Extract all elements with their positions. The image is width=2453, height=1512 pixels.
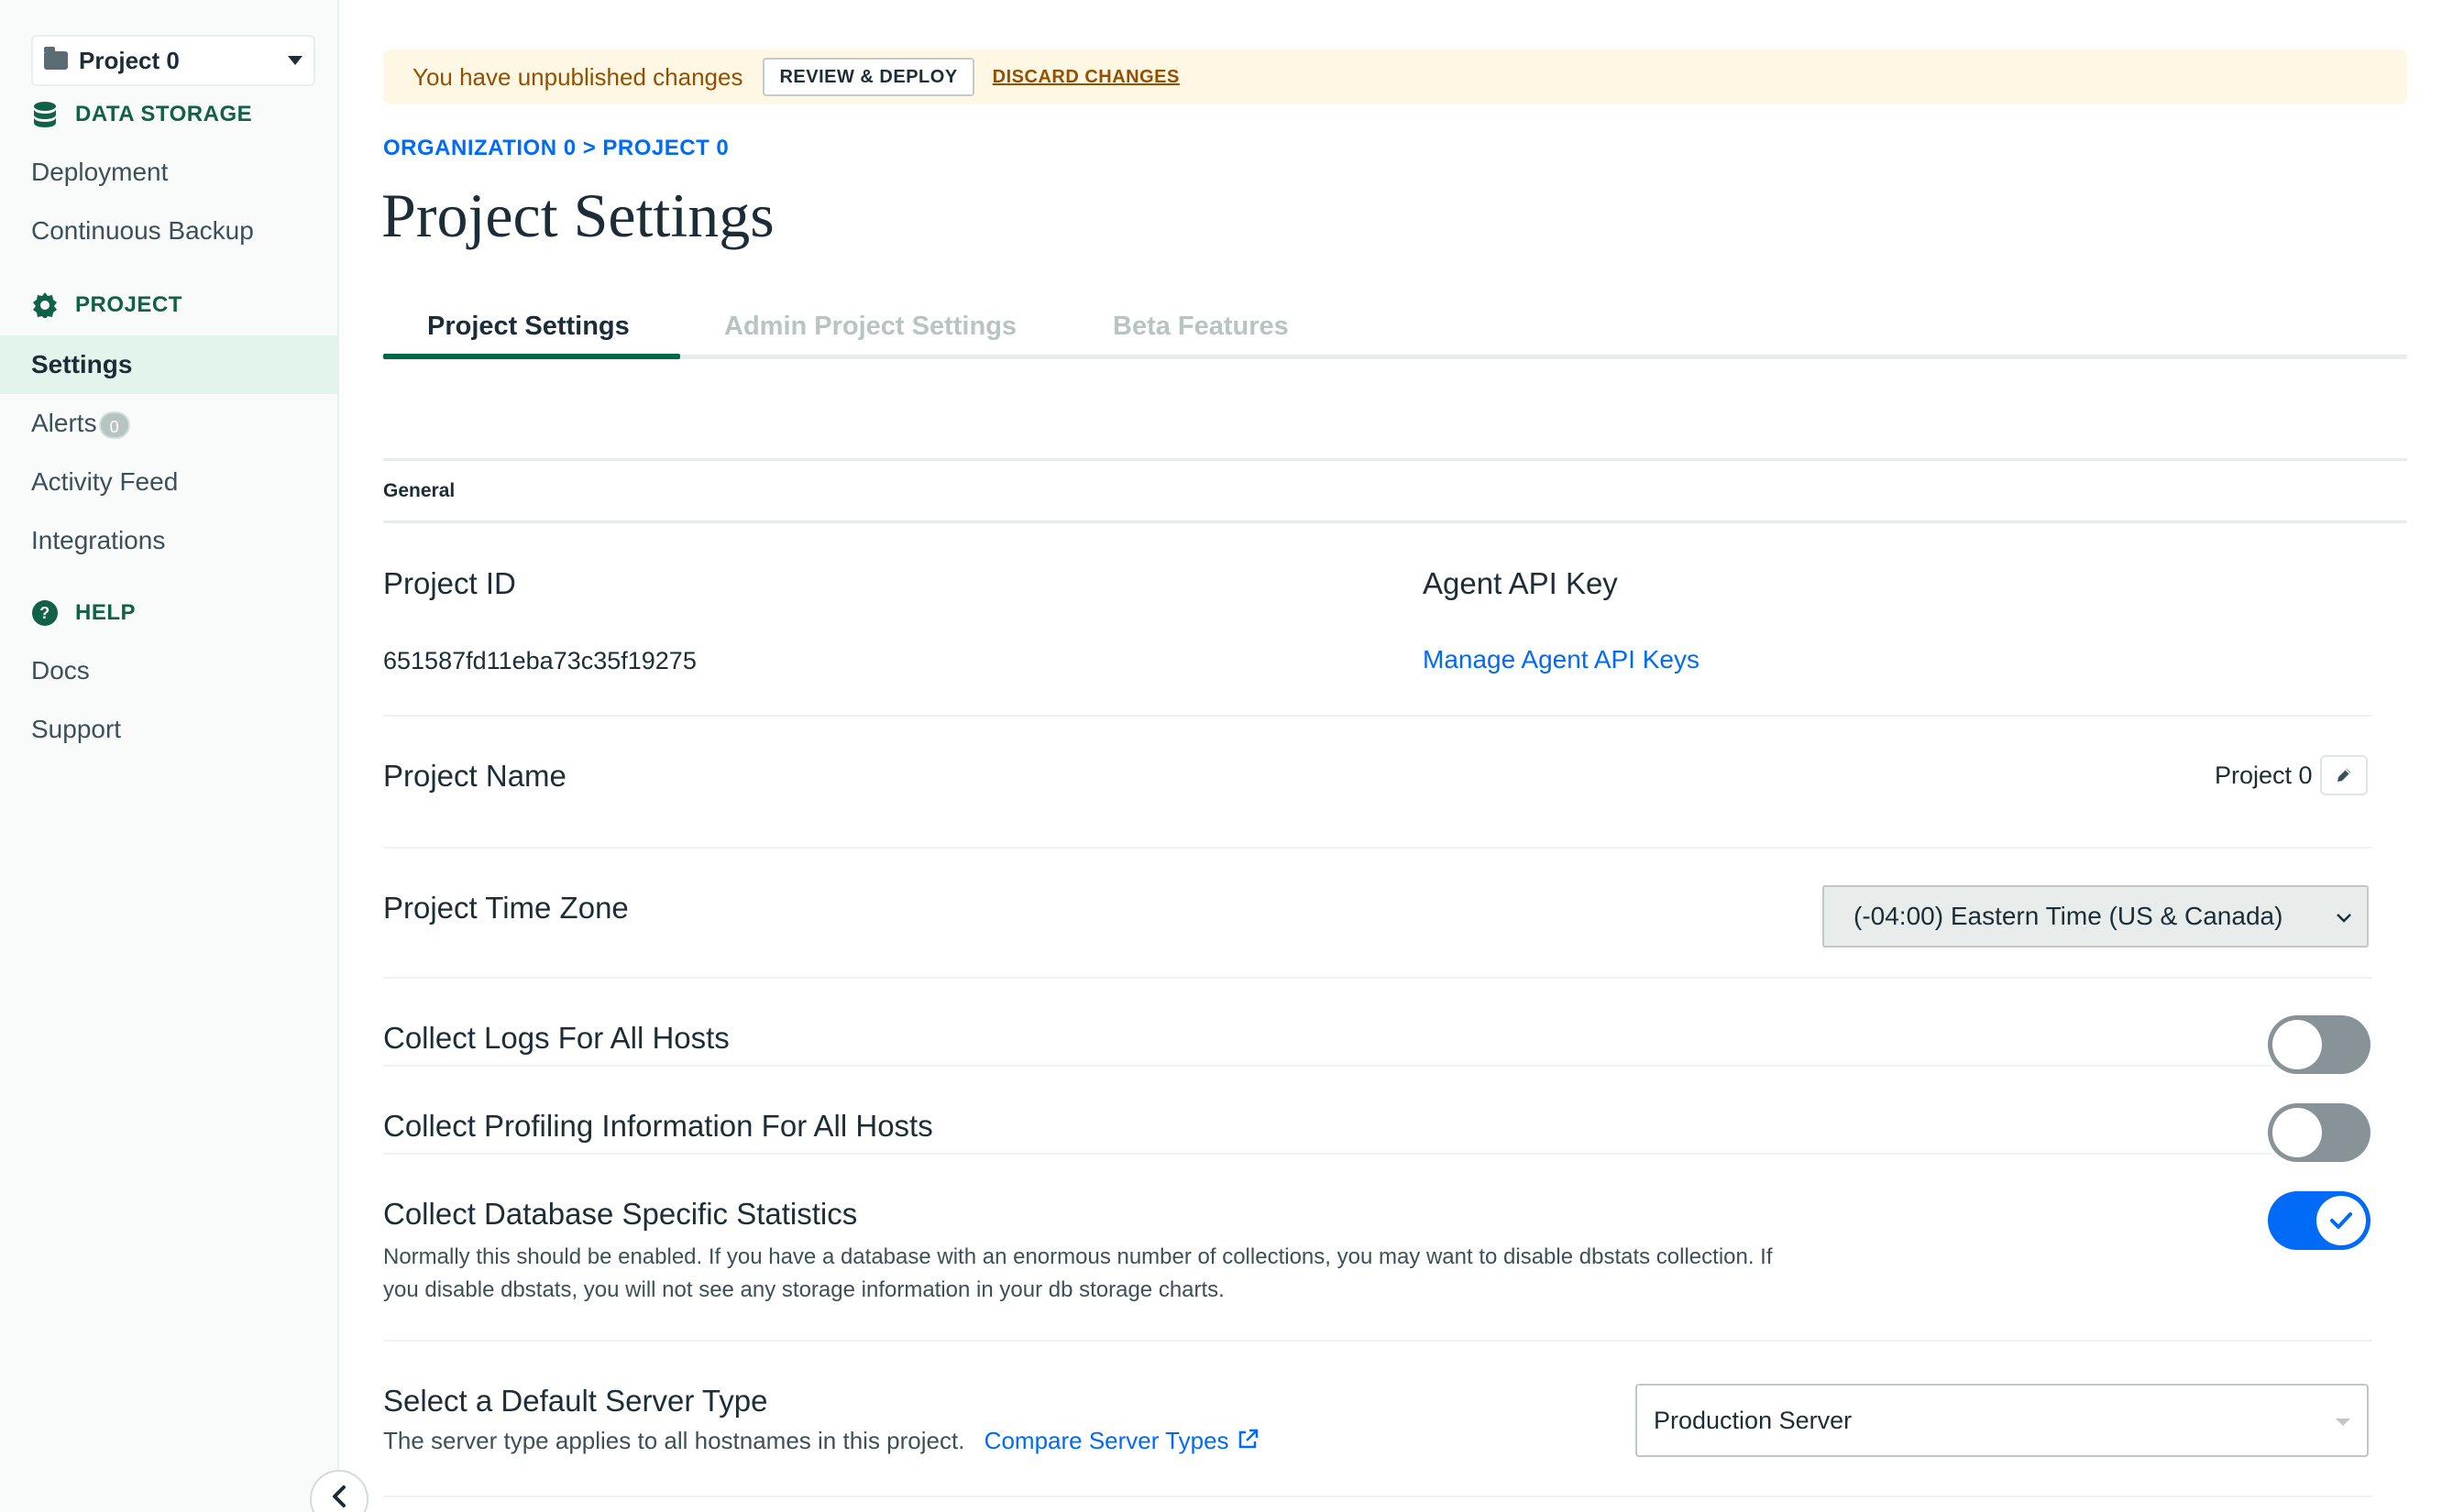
divider bbox=[383, 520, 2407, 523]
divider bbox=[383, 458, 2407, 461]
compare-server-types-link[interactable]: Compare Server Types bbox=[984, 1427, 1260, 1454]
help-circle-icon: ? bbox=[31, 599, 59, 627]
tab-beta-features[interactable]: Beta Features bbox=[1113, 312, 1289, 342]
section-heading-general: General bbox=[383, 480, 456, 501]
sidebar-item-continuous-backup[interactable]: Continuous Backup bbox=[31, 216, 254, 246]
toggle-knob bbox=[2272, 1108, 2322, 1157]
sidebar: Project 0 DATA STORAGE Deployment Contin… bbox=[0, 0, 339, 1512]
project-selector[interactable]: Project 0 bbox=[31, 35, 315, 86]
time-zone-value: (-04:00) Eastern Time (US & Canada) bbox=[1854, 902, 2283, 930]
project-id-label: Project ID bbox=[383, 566, 516, 600]
unpublished-changes-banner: You have unpublished changes REVIEW & DE… bbox=[383, 49, 2407, 104]
alerts-count-badge: 0 bbox=[98, 411, 130, 439]
review-deploy-button[interactable]: REVIEW & DEPLOY bbox=[763, 58, 974, 96]
project-name-value: Project 0 bbox=[2215, 761, 2313, 789]
server-type-description: The server type applies to all hostnames… bbox=[383, 1424, 1260, 1457]
time-zone-select[interactable]: (-04:00) Eastern Time (US & Canada) bbox=[1822, 885, 2369, 948]
server-type-select[interactable]: Production Server bbox=[1635, 1384, 2369, 1457]
sidebar-section-project: PROJECT bbox=[31, 291, 182, 319]
sidebar-item-integrations[interactable]: Integrations bbox=[31, 526, 165, 555]
divider bbox=[383, 847, 2372, 849]
pencil-icon bbox=[2337, 769, 2350, 782]
sidebar-section-data-storage: DATA STORAGE bbox=[31, 101, 252, 128]
sidebar-item-settings[interactable]: Settings bbox=[0, 335, 337, 394]
chevron-down-icon bbox=[2337, 914, 2351, 923]
collect-profiling-toggle[interactable] bbox=[2268, 1103, 2370, 1162]
caret-down-icon bbox=[288, 56, 302, 65]
sidebar-item-label: Alerts bbox=[31, 409, 97, 437]
sidebar-item-alerts[interactable]: Alerts 0 bbox=[31, 409, 130, 439]
gear-icon bbox=[31, 291, 59, 319]
agent-api-key-label: Agent API Key bbox=[1423, 566, 1618, 600]
sidebar-section-title: HELP bbox=[75, 600, 137, 625]
description-line: Normally this should be enabled. If you … bbox=[383, 1244, 1773, 1269]
page-title: Project Settings bbox=[381, 181, 775, 250]
collect-db-stats-label: Collect Database Specific Statistics bbox=[383, 1197, 858, 1231]
edit-project-name-button[interactable] bbox=[2319, 755, 2368, 795]
collect-db-stats-description: Normally this should be enabled. If you … bbox=[383, 1241, 1773, 1307]
divider bbox=[383, 1065, 2272, 1067]
server-type-description-text: The server type applies to all hostnames… bbox=[383, 1427, 965, 1454]
folder-icon bbox=[44, 47, 68, 70]
collect-db-stats-toggle[interactable] bbox=[2268, 1191, 2370, 1250]
project-time-zone-label: Project Time Zone bbox=[383, 891, 629, 925]
compare-server-types-label: Compare Server Types bbox=[984, 1427, 1229, 1454]
collect-logs-label: Collect Logs For All Hosts bbox=[383, 1021, 730, 1055]
chevron-left-icon bbox=[333, 1485, 346, 1507]
description-line: you disable dbstats, you will not see an… bbox=[383, 1277, 1225, 1302]
collect-profiling-label: Collect Profiling Information For All Ho… bbox=[383, 1109, 933, 1143]
divider bbox=[383, 1153, 2272, 1155]
divider bbox=[383, 977, 2372, 979]
project-name-label: Project Name bbox=[383, 759, 566, 793]
sidebar-item-support[interactable]: Support bbox=[31, 715, 121, 744]
sidebar-item-docs[interactable]: Docs bbox=[31, 656, 90, 685]
check-icon bbox=[2330, 1212, 2352, 1229]
collect-logs-toggle[interactable] bbox=[2268, 1015, 2370, 1074]
sidebar-section-help: ? HELP bbox=[31, 599, 136, 627]
toggle-knob bbox=[2272, 1020, 2322, 1069]
sidebar-item-activity-feed[interactable]: Activity Feed bbox=[31, 467, 178, 497]
banner-text: You have unpublished changes bbox=[412, 62, 743, 91]
tab-project-settings[interactable]: Project Settings bbox=[427, 312, 630, 342]
divider bbox=[383, 1340, 2372, 1342]
external-link-icon bbox=[1238, 1429, 1259, 1449]
sidebar-item-deployment[interactable]: Deployment bbox=[31, 158, 168, 187]
caret-down-icon bbox=[2336, 1419, 2350, 1426]
server-type-value: Production Server bbox=[1654, 1406, 1853, 1434]
database-icon bbox=[31, 101, 59, 128]
breadcrumb[interactable]: ORGANIZATION 0 > PROJECT 0 bbox=[383, 136, 729, 161]
divider bbox=[383, 715, 2372, 717]
project-name-field: Project 0 bbox=[2215, 755, 2368, 795]
svg-text:?: ? bbox=[39, 604, 50, 622]
active-tab-indicator bbox=[383, 354, 680, 359]
sidebar-section-title: PROJECT bbox=[75, 292, 182, 317]
discard-changes-link[interactable]: DISCARD CHANGES bbox=[993, 67, 1180, 88]
sidebar-section-title: DATA STORAGE bbox=[75, 102, 253, 126]
settings-tabs: Project Settings Admin Project Settings … bbox=[383, 302, 2407, 359]
project-selector-label: Project 0 bbox=[79, 46, 180, 74]
default-server-type-label: Select a Default Server Type bbox=[383, 1384, 768, 1418]
divider bbox=[383, 1496, 2372, 1497]
tab-admin-project-settings[interactable]: Admin Project Settings bbox=[724, 312, 1017, 342]
manage-agent-api-keys-link[interactable]: Manage Agent API Keys bbox=[1423, 645, 1700, 674]
toggle-knob bbox=[2316, 1196, 2366, 1245]
project-id-value: 651587fd11eba73c35f19275 bbox=[383, 647, 697, 674]
